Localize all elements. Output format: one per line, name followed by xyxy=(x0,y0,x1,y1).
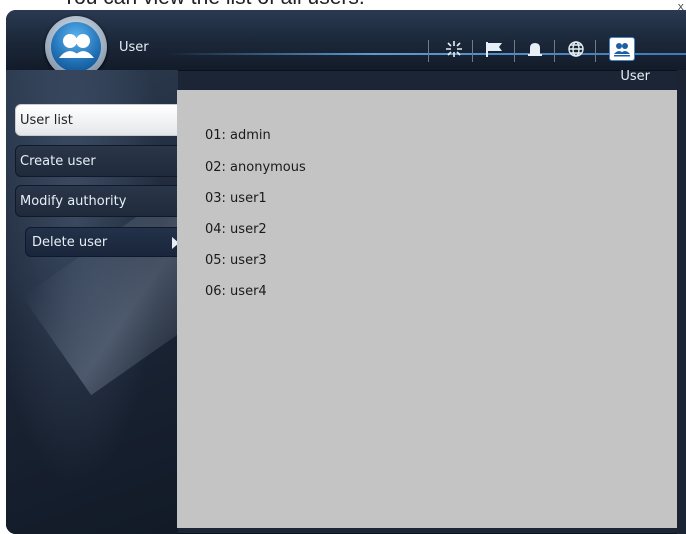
list-item[interactable]: 04: user2 xyxy=(205,222,267,237)
sidebar-item-create-user[interactable]: Create user xyxy=(15,145,180,177)
header-accent-line xyxy=(166,53,686,55)
caption-text: You can view the list of all users. xyxy=(62,0,365,10)
app-title: User xyxy=(119,40,149,55)
list-item[interactable]: 05: user3 xyxy=(205,253,267,268)
app-window: User User User list Create user Modify a… xyxy=(6,10,686,534)
toolbar-divider xyxy=(472,40,473,62)
sidebar-item-label: Delete user xyxy=(32,234,108,250)
sidebar-item-user-list[interactable]: User list xyxy=(15,104,180,136)
user-list-panel: 01: admin 02: anonymous 03: user1 04: us… xyxy=(177,90,677,528)
globe-icon[interactable] xyxy=(564,38,588,60)
toolbar-divider xyxy=(428,40,429,62)
sidebar-item-delete-user[interactable]: Delete user xyxy=(25,227,180,257)
toolbar-divider xyxy=(595,40,596,62)
sidebar: User list Create user Modify authority D… xyxy=(6,70,280,534)
users-logo-icon xyxy=(51,22,101,72)
list-item[interactable]: 06: user4 xyxy=(205,284,267,299)
sidebar-item-modify-authority[interactable]: Modify authority xyxy=(15,185,180,217)
frame-edge xyxy=(677,70,686,534)
app-logo xyxy=(45,16,107,78)
sidebar-item-label: Create user xyxy=(20,153,96,169)
header-bar: User User xyxy=(6,10,686,84)
toolbar-divider xyxy=(554,40,555,62)
flag-icon[interactable] xyxy=(482,38,506,60)
list-item[interactable]: 03: user1 xyxy=(205,191,267,206)
users-icon[interactable] xyxy=(610,38,634,60)
toolbar-divider xyxy=(514,40,515,62)
list-item[interactable]: 01: admin xyxy=(205,128,271,143)
section-label: User xyxy=(620,69,650,84)
alarm-bell-icon[interactable] xyxy=(523,38,547,60)
list-item[interactable]: 02: anonymous xyxy=(205,160,306,175)
settings-burst-icon[interactable] xyxy=(442,38,466,60)
sidebar-item-label: User list xyxy=(20,112,73,128)
sidebar-item-label: Modify authority xyxy=(20,193,127,209)
